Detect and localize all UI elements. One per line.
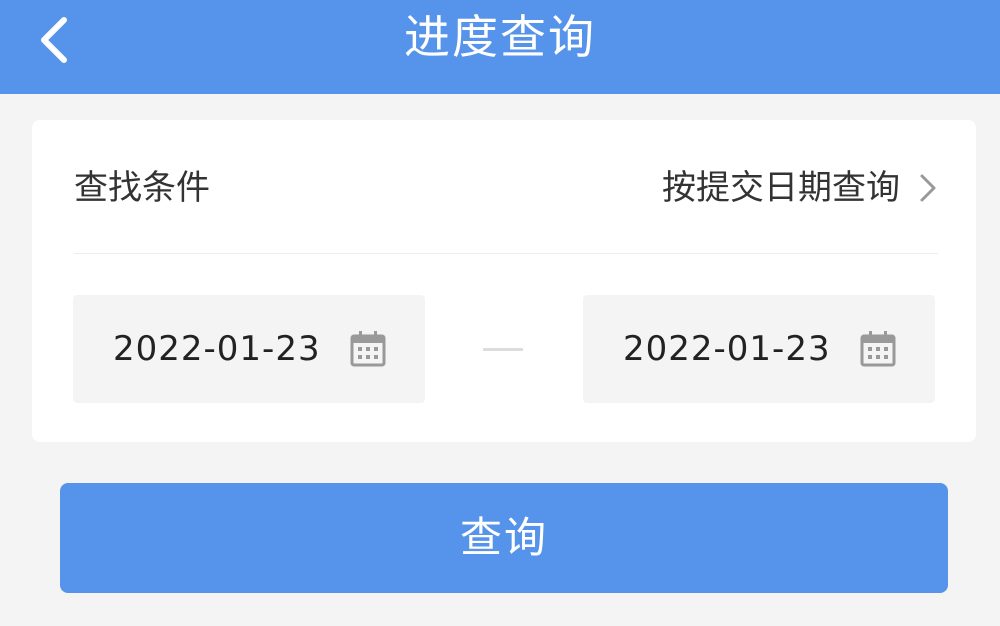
page-title: 进度查询 [404, 10, 596, 64]
divider [74, 253, 938, 254]
calendar-icon [860, 331, 896, 367]
search-condition-label: 查找条件 [74, 168, 210, 208]
end-date-field[interactable]: 2022-01-23 [583, 295, 935, 403]
calendar-icon [350, 331, 386, 367]
search-card: 查找条件 按提交日期查询 2022-01-23 2022-01-23 [32, 120, 976, 442]
start-date-value: 2022-01-23 [113, 329, 321, 369]
app-header: 进度查询 [0, 0, 1000, 94]
start-date-field[interactable]: 2022-01-23 [73, 295, 425, 403]
query-button[interactable]: 查询 [60, 483, 948, 593]
search-condition-value: 按提交日期查询 [662, 168, 900, 208]
search-condition-selector[interactable]: 按提交日期查询 [662, 160, 938, 216]
end-date-value: 2022-01-23 [623, 329, 831, 369]
date-range-separator [483, 348, 523, 351]
chevron-right-icon [920, 174, 936, 202]
